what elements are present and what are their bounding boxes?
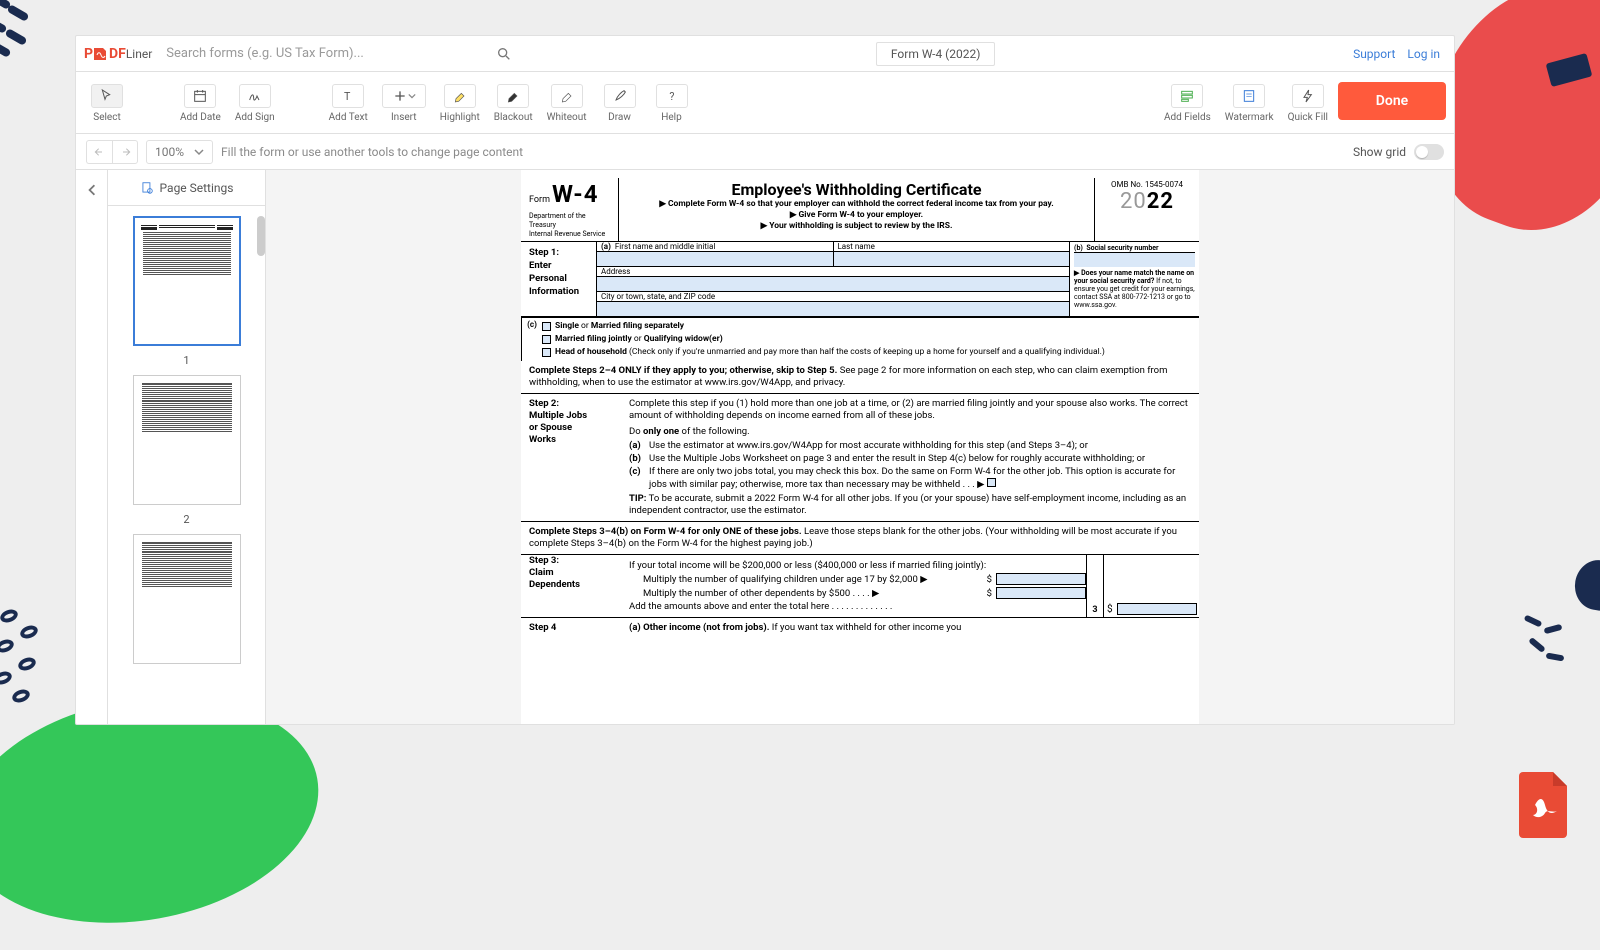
cursor-icon (99, 88, 115, 104)
checkbox-hoh[interactable] (542, 348, 551, 357)
highlight-tool[interactable]: Highlight (436, 80, 484, 127)
canvas[interactable]: Form W-4 Department of the TreasuryInter… (266, 170, 1454, 724)
pdf-icon (1515, 770, 1575, 840)
zoom-select[interactable]: 100% (146, 140, 213, 164)
svg-text:T: T (344, 90, 351, 103)
add-fields-tool[interactable]: Add Fields (1160, 80, 1215, 127)
help-icon: ? (664, 88, 680, 104)
thumb-num-1: 1 (183, 354, 189, 367)
select-tool[interactable]: Select (84, 80, 130, 127)
form-title: Employee's Withholding Certificate (625, 180, 1088, 199)
signature-icon (247, 88, 263, 104)
redo-button[interactable] (112, 140, 138, 164)
checkbox-two-jobs[interactable] (987, 478, 996, 487)
sidebar-collapse[interactable] (76, 170, 108, 724)
search-wrap (158, 41, 518, 67)
grid-toggle[interactable]: Show grid (1353, 144, 1444, 160)
chevron-left-icon (86, 184, 98, 196)
children-amount-field[interactable] (996, 573, 1086, 585)
last-name-field[interactable] (834, 251, 1070, 266)
search-input[interactable] (158, 46, 490, 61)
thumb-num-2: 2 (183, 513, 189, 526)
undo-icon (92, 144, 108, 160)
support-link[interactable]: Support (1353, 47, 1395, 61)
zoom-value: 100% (155, 145, 184, 159)
highlight-icon (452, 88, 468, 104)
bg-deco-ovals-bl (0, 610, 80, 720)
whiteout-icon (559, 88, 575, 104)
plus-icon (392, 88, 408, 104)
search-icon (496, 46, 512, 62)
app-window: PDFLiner Form W-4 (2022) Support Log in … (75, 35, 1455, 725)
login-link[interactable]: Log in (1407, 47, 1440, 61)
page-settings[interactable]: Page Settings (108, 170, 265, 206)
bolt-icon (1300, 88, 1316, 104)
logo: PDFLiner (84, 46, 158, 62)
brush-icon (612, 88, 628, 104)
thumb-3[interactable] (133, 534, 241, 664)
city-field[interactable] (597, 301, 1069, 316)
fields-icon (1179, 88, 1195, 104)
switch-icon (1414, 144, 1444, 160)
draw-tool[interactable]: Draw (597, 80, 643, 127)
bg-deco-scratch-r (1522, 612, 1582, 672)
insert-tool[interactable]: Insert (378, 80, 430, 127)
checkbox-married[interactable] (542, 335, 551, 344)
secondary-bar: 100% Fill the form or use another tools … (76, 134, 1454, 170)
text-icon: T (340, 88, 356, 104)
hint-text: Fill the form or use another tools to ch… (221, 145, 523, 159)
done-button[interactable]: Done (1338, 82, 1446, 120)
calendar-icon (192, 88, 208, 104)
header-links: Support Log in (1353, 47, 1446, 61)
svg-text:?: ? (669, 90, 674, 103)
add-sign-tool[interactable]: Add Sign (231, 80, 279, 127)
chevron-down-icon (408, 92, 416, 100)
grid-label: Show grid (1353, 145, 1406, 159)
bg-deco-strokes-tl (0, 0, 45, 65)
thumb-1[interactable] (133, 216, 241, 346)
bg-deco-navy-r (1571, 556, 1600, 613)
watermark-tool[interactable]: Watermark (1221, 80, 1278, 127)
help-tool[interactable]: ?Help (649, 80, 695, 127)
thumbnails: 1 2 (108, 206, 265, 724)
redo-icon (117, 144, 133, 160)
add-text-tool[interactable]: TAdd Text (325, 80, 372, 127)
ssn-field[interactable] (1074, 252, 1195, 267)
undo-button[interactable] (86, 140, 112, 164)
header: PDFLiner Form W-4 (2022) Support Log in (76, 36, 1454, 72)
total-dependents-field[interactable] (1117, 603, 1197, 615)
checkbox-single[interactable] (542, 322, 551, 331)
chevron-down-icon (194, 147, 204, 157)
thumb-2[interactable] (133, 375, 241, 505)
search-button[interactable] (490, 46, 518, 62)
first-name-field[interactable] (597, 251, 833, 266)
add-date-tool[interactable]: Add Date (176, 80, 225, 127)
page-document: Form W-4 Department of the TreasuryInter… (521, 170, 1199, 724)
doc-title: Form W-4 (2022) (876, 42, 996, 66)
quick-fill-tool[interactable]: Quick Fill (1284, 80, 1332, 127)
address-field[interactable] (597, 276, 1069, 291)
blackout-tool[interactable]: Blackout (490, 80, 537, 127)
whiteout-tool[interactable]: Whiteout (543, 80, 591, 127)
sidebar: Page Settings 1 2 (108, 170, 266, 724)
scrollbar-thumb[interactable] (257, 216, 265, 256)
main-area: Page Settings 1 2 (76, 170, 1454, 724)
toolbar: Select Add Date Add Sign TAdd Text Inser… (76, 72, 1454, 134)
watermark-icon (1241, 88, 1257, 104)
logo-pdf-icon (93, 47, 109, 61)
blackout-icon (505, 88, 521, 104)
dependents-amount-field[interactable] (996, 587, 1086, 599)
page-settings-icon (140, 181, 154, 195)
